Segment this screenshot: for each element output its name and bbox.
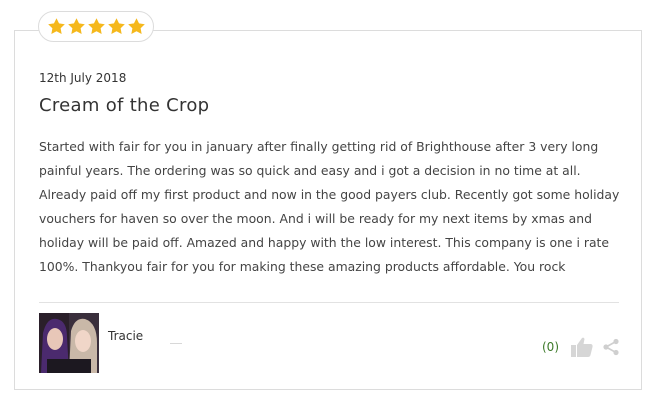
divider	[39, 302, 619, 303]
author-name: Tracie	[108, 329, 144, 343]
review-title: Cream of the Crop	[39, 95, 210, 116]
avatar-image	[39, 313, 99, 373]
thumbs-up-icon[interactable]	[570, 336, 594, 358]
avatar	[39, 313, 99, 373]
helpful-count: (0)	[542, 340, 559, 354]
star-icon	[67, 18, 85, 34]
share-icon[interactable]	[602, 338, 620, 356]
star-icon	[47, 18, 65, 34]
star-icon	[127, 18, 145, 34]
author-placeholder-line	[170, 343, 182, 344]
star-rating	[38, 11, 154, 42]
star-icon	[107, 18, 125, 34]
review-body: Started with fair for you in january aft…	[39, 139, 620, 274]
star-icon	[87, 18, 105, 34]
review-date: 12th July 2018	[39, 71, 127, 85]
